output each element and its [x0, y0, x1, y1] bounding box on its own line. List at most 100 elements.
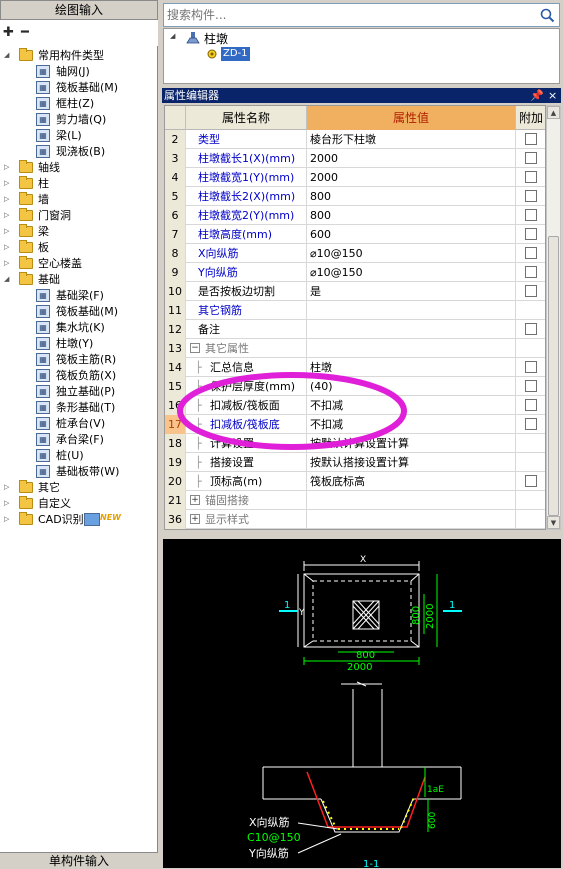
- tree-item[interactable]: ▦ 筏板主筋(R): [0, 352, 158, 368]
- expand-icon[interactable]: ▷: [4, 195, 13, 204]
- collapse-icon[interactable]: −: [190, 343, 200, 353]
- table-row[interactable]: 6 柱墩截宽2(Y)(mm) 800: [165, 206, 545, 225]
- property-value[interactable]: 是: [307, 282, 516, 301]
- tree-folder[interactable]: ▷ 板: [0, 240, 158, 256]
- header-value[interactable]: 属性值: [307, 106, 516, 130]
- left-panel-header[interactable]: 绘图输入: [0, 0, 158, 20]
- property-value[interactable]: [307, 339, 516, 358]
- expand-icon[interactable]: ▷: [4, 179, 13, 188]
- tree-item[interactable]: ▦ 桩(U): [0, 448, 158, 464]
- tree-item[interactable]: ▦ 轴网(J): [0, 64, 158, 80]
- table-row[interactable]: 9 Y向纵筋 ⌀10@150: [165, 263, 545, 282]
- tree-item[interactable]: ▦ 独立基础(P): [0, 384, 158, 400]
- table-row[interactable]: 3 柱墩截长1(X)(mm) 2000: [165, 149, 545, 168]
- collapse-icon[interactable]: ◢: [170, 32, 175, 40]
- close-icon[interactable]: ×: [548, 88, 557, 103]
- property-value[interactable]: [307, 491, 516, 510]
- pin-icon[interactable]: 📌: [530, 88, 544, 103]
- expand-icon[interactable]: ▷: [4, 163, 13, 172]
- extra-checkbox[interactable]: [525, 228, 537, 240]
- collapse-icon[interactable]: ◢: [4, 275, 13, 284]
- extra-checkbox[interactable]: [525, 152, 537, 164]
- table-row[interactable]: 7 柱墩高度(mm) 600: [165, 225, 545, 244]
- property-value[interactable]: 800: [307, 187, 516, 206]
- tree-item[interactable]: ▦ 桩承台(V): [0, 416, 158, 432]
- tree-folder[interactable]: ▷ 梁: [0, 224, 158, 240]
- tree-item[interactable]: ▦ 基础板带(W): [0, 464, 158, 480]
- tree-item[interactable]: ▦ 基础梁(F): [0, 288, 158, 304]
- tree-item[interactable]: ▦ 筏板基础(M): [0, 304, 158, 320]
- tree-item[interactable]: ▦ 现浇板(B): [0, 144, 158, 160]
- extra-checkbox[interactable]: [525, 190, 537, 202]
- table-row[interactable]: 2 类型 棱台形下柱墩: [165, 130, 545, 149]
- tree-item[interactable]: ▦ 筏板基础(M): [0, 80, 158, 96]
- tree-folder[interactable]: ▷ CAD识别 NEW: [0, 512, 158, 528]
- tree-item[interactable]: ▦ 框柱(Z): [0, 96, 158, 112]
- tree-item[interactable]: ▦ 条形基础(T): [0, 400, 158, 416]
- expand-icon[interactable]: +: [190, 514, 200, 524]
- table-row[interactable]: 13− 其它属性: [165, 339, 545, 358]
- scroll-thumb[interactable]: [548, 236, 559, 516]
- extra-checkbox[interactable]: [525, 418, 537, 430]
- table-row[interactable]: 12 备注: [165, 320, 545, 339]
- search-input[interactable]: [167, 6, 532, 24]
- collapse-icon[interactable]: ◢: [4, 51, 13, 60]
- tree-folder[interactable]: ▷ 轴线: [0, 160, 158, 176]
- scroll-up-icon[interactable]: ▲: [547, 106, 560, 119]
- tree-item[interactable]: ▦ 筏板负筋(X): [0, 368, 158, 384]
- expand-icon[interactable]: ▷: [4, 483, 13, 492]
- table-row[interactable]: 4 柱墩截宽1(Y)(mm) 2000: [165, 168, 545, 187]
- expand-icon[interactable]: ▷: [4, 515, 13, 524]
- expand-icon[interactable]: +: [190, 495, 200, 505]
- tree-folder[interactable]: ◢ 常用构件类型: [0, 48, 158, 64]
- property-value[interactable]: 600: [307, 225, 516, 244]
- expand-all-icon[interactable]: ✚: [3, 26, 17, 40]
- tree-folder[interactable]: ▷ 其它: [0, 480, 158, 496]
- component-item-selected[interactable]: ZD-1: [221, 47, 250, 61]
- tree-item[interactable]: ▦ 承台梁(F): [0, 432, 158, 448]
- collapse-all-icon[interactable]: ━: [21, 26, 35, 40]
- tree-item[interactable]: ▦ 剪力墙(Q): [0, 112, 158, 128]
- extra-checkbox[interactable]: [525, 475, 537, 487]
- extra-checkbox[interactable]: [525, 209, 537, 221]
- extra-checkbox[interactable]: [525, 247, 537, 259]
- table-row[interactable]: 21 + 锚固搭接: [165, 491, 545, 510]
- tree-item[interactable]: ▦ 柱墩(Y): [0, 336, 158, 352]
- expand-icon[interactable]: ▷: [4, 499, 13, 508]
- table-row[interactable]: 20 ├ 顶标高(m) 筏板底标高: [165, 472, 545, 491]
- property-value[interactable]: 2000: [307, 149, 516, 168]
- property-value[interactable]: 筏板底标高: [307, 472, 516, 491]
- expand-icon[interactable]: ▷: [4, 227, 13, 236]
- single-component-input-tab[interactable]: 单构件输入: [0, 852, 158, 868]
- table-row[interactable]: 10 是否按板边切割 是: [165, 282, 545, 301]
- expand-icon[interactable]: ▷: [4, 243, 13, 252]
- tree-folder[interactable]: ▷ 墙: [0, 192, 158, 208]
- property-value[interactable]: [307, 510, 516, 529]
- tree-folder[interactable]: ▷ 门窗洞: [0, 208, 158, 224]
- tree-item[interactable]: ▦ 集水坑(K): [0, 320, 158, 336]
- extra-checkbox[interactable]: [525, 323, 537, 335]
- search-icon[interactable]: [539, 7, 556, 24]
- tree-item[interactable]: ▦ 梁(L): [0, 128, 158, 144]
- tree-folder[interactable]: ▷ 空心楼盖: [0, 256, 158, 272]
- expand-icon[interactable]: ▷: [4, 259, 13, 268]
- extra-checkbox[interactable]: [525, 380, 537, 392]
- expand-icon[interactable]: ▷: [4, 211, 13, 220]
- extra-checkbox[interactable]: [525, 285, 537, 297]
- property-value[interactable]: [307, 320, 516, 339]
- table-row[interactable]: 36 + 显示样式: [165, 510, 545, 529]
- header-extra[interactable]: 附加: [516, 106, 545, 130]
- vertical-scrollbar[interactable]: ▲ ▼: [546, 105, 561, 530]
- property-value[interactable]: 棱台形下柱墩: [307, 130, 516, 149]
- extra-checkbox[interactable]: [525, 361, 537, 373]
- header-name[interactable]: 属性名称: [186, 106, 307, 130]
- property-value[interactable]: [307, 301, 516, 320]
- extra-checkbox[interactable]: [525, 133, 537, 145]
- property-value[interactable]: 2000: [307, 168, 516, 187]
- tree-folder[interactable]: ◢ 基础: [0, 272, 158, 288]
- extra-checkbox[interactable]: [525, 171, 537, 183]
- table-row[interactable]: 5 柱墩截长2(X)(mm) 800: [165, 187, 545, 206]
- property-value[interactable]: 800: [307, 206, 516, 225]
- extra-checkbox[interactable]: [525, 266, 537, 278]
- table-row[interactable]: 8 X向纵筋 ⌀10@150: [165, 244, 545, 263]
